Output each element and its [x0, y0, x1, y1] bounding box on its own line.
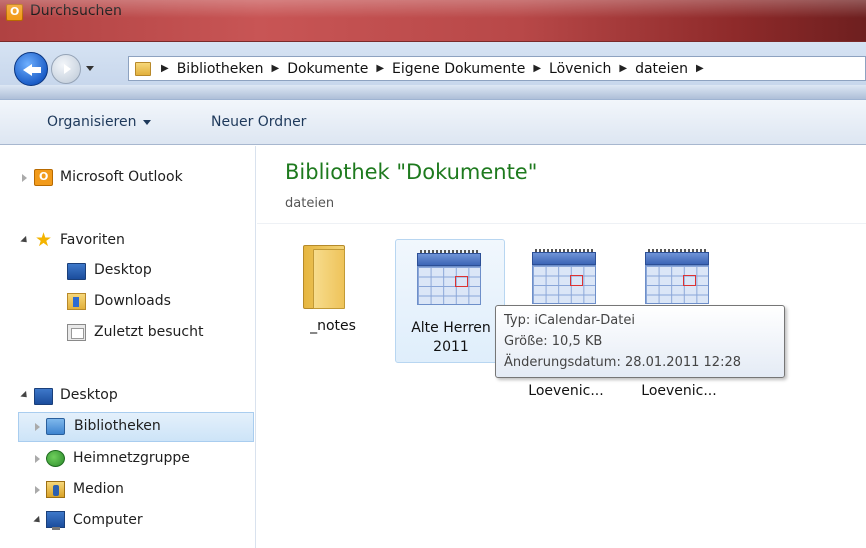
- sidebar-item-label: Zuletzt besucht: [94, 324, 204, 340]
- folder-icon: [135, 61, 151, 76]
- sidebar-item-outlook[interactable]: Microsoft Outlook: [0, 163, 256, 193]
- star-icon: ★: [34, 229, 53, 251]
- calendar-icon: [417, 250, 481, 305]
- sidebar-item-label: Heimnetzgruppe: [73, 450, 190, 466]
- sidebar-item-homegroup[interactable]: Heimnetzgruppe: [0, 444, 256, 474]
- collapse-icon[interactable]: [33, 515, 43, 526]
- navigation-pane: Microsoft Outlook ★ Favoriten Desktop Do…: [0, 146, 256, 548]
- sidebar-item-label: Favoriten: [60, 232, 125, 248]
- sidebar-item-recent[interactable]: Zuletzt besucht: [0, 318, 256, 348]
- calendar-icon: [645, 249, 709, 304]
- breadcrumb-arrow-icon[interactable]: ▶: [619, 63, 627, 74]
- sidebar-item-computer[interactable]: Computer: [0, 506, 256, 536]
- tooltip-type: Typ: iCalendar-Datei: [504, 313, 635, 328]
- collapse-icon[interactable]: [20, 235, 30, 246]
- sidebar-item-desktop-fav[interactable]: Desktop: [0, 256, 256, 286]
- sidebar-item-label: Computer: [73, 512, 143, 528]
- organize-button[interactable]: Organisieren: [47, 114, 151, 130]
- breadcrumb-item[interactable]: Lövenich: [549, 61, 611, 77]
- file-item-notes[interactable]: _notes: [278, 239, 388, 363]
- sidebar-item-desktop[interactable]: Desktop: [0, 381, 256, 411]
- forward-button[interactable]: [51, 54, 81, 84]
- expand-icon[interactable]: [35, 423, 40, 431]
- calendar-date-marker: [683, 275, 696, 286]
- desktop-icon: [34, 388, 53, 405]
- new-folder-button[interactable]: Neuer Ordner: [211, 114, 306, 130]
- breadcrumb-item[interactable]: Dokumente: [287, 61, 368, 77]
- title-bar: Durchsuchen: [0, 0, 866, 42]
- breadcrumb-item[interactable]: Bibliotheken: [177, 61, 264, 77]
- breadcrumb-arrow-icon[interactable]: ▶: [696, 63, 704, 74]
- breadcrumb-arrow-icon[interactable]: ▶: [376, 63, 384, 74]
- file-info-tooltip: Typ: iCalendar-Datei Größe: 10,5 KB Ände…: [495, 305, 785, 378]
- calendar-date-marker: [455, 276, 468, 287]
- address-bar[interactable]: ▶ Bibliotheken ▶ Dokumente ▶ Eigene Doku…: [128, 56, 866, 81]
- chevron-down-icon: [142, 119, 151, 125]
- sidebar-item-medion[interactable]: Medion: [0, 475, 256, 505]
- navigation-bar: ▶ Bibliotheken ▶ Dokumente ▶ Eigene Doku…: [0, 42, 866, 100]
- outlook-icon: [34, 169, 53, 186]
- folder-front: [313, 249, 345, 309]
- sidebar-item-favorites[interactable]: ★ Favoriten: [0, 226, 256, 256]
- file-name: _notes: [310, 318, 356, 334]
- outlook-icon: [6, 4, 23, 21]
- calendar-grid: [645, 265, 709, 304]
- sidebar-item-label: Downloads: [94, 293, 171, 309]
- desktop-icon: [67, 263, 86, 280]
- file-name: Loevenic...: [528, 383, 604, 399]
- sidebar-item-label: Medion: [73, 481, 124, 497]
- recent-places-icon: [67, 324, 86, 341]
- user-folder-icon: [46, 481, 65, 498]
- sidebar-item-label: Desktop: [94, 262, 152, 278]
- tooltip-size: Größe: 10,5 KB: [504, 334, 603, 349]
- explorer-window: Durchsuchen ▶ Bibliotheken ▶ Dokumente ▶…: [0, 0, 866, 548]
- sidebar-item-label: Microsoft Outlook: [60, 169, 183, 185]
- calendar-header: [417, 253, 481, 266]
- file-item-alte-herren[interactable]: Alte Herren 2011: [395, 239, 505, 363]
- library-subtitle: dateien: [285, 196, 335, 211]
- calendar-header: [645, 252, 709, 265]
- history-dropdown-icon[interactable]: [86, 66, 94, 71]
- breadcrumb-arrow-icon[interactable]: ▶: [272, 63, 280, 74]
- expand-icon[interactable]: [22, 174, 27, 182]
- tooltip-modified: Änderungsdatum: 28.01.2011 12:28: [504, 355, 741, 370]
- calendar-date-marker: [570, 275, 583, 286]
- file-list-pane: Bibliothek "Dokumente" dateien _notes Al…: [257, 146, 866, 548]
- library-title: Bibliothek "Dokumente": [285, 160, 538, 184]
- sidebar-item-downloads[interactable]: Downloads: [0, 287, 256, 317]
- breadcrumb: ▶ Bibliotheken ▶ Dokumente ▶ Eigene Doku…: [161, 61, 712, 77]
- homegroup-icon: [46, 450, 65, 467]
- expand-icon[interactable]: [35, 455, 40, 463]
- divider: [257, 223, 866, 224]
- breadcrumb-item[interactable]: Eigene Dokumente: [392, 61, 525, 77]
- computer-icon: [46, 511, 65, 530]
- library-icon: [46, 418, 65, 435]
- breadcrumb-arrow-icon[interactable]: ▶: [533, 63, 541, 74]
- expand-icon[interactable]: [35, 486, 40, 494]
- calendar-header: [532, 252, 596, 265]
- command-bar: Organisieren Neuer Ordner: [0, 100, 866, 145]
- sidebar-item-label: Desktop: [60, 387, 118, 403]
- file-name: Loevenic...: [641, 383, 717, 399]
- collapse-icon[interactable]: [20, 390, 30, 401]
- sidebar-item-libraries[interactable]: Bibliotheken: [18, 412, 254, 442]
- file-name-line1: Alte Herren: [411, 320, 491, 336]
- file-name-line2: 2011: [433, 339, 469, 355]
- calendar-icon: [532, 249, 596, 304]
- calendar-grid: [417, 266, 481, 305]
- calendar-grid: [532, 265, 596, 304]
- breadcrumb-item[interactable]: dateien: [635, 61, 688, 77]
- organize-label: Organisieren: [47, 114, 137, 130]
- back-button[interactable]: [14, 52, 48, 86]
- breadcrumb-arrow-icon[interactable]: ▶: [161, 63, 169, 74]
- downloads-icon: [67, 293, 86, 310]
- folder-icon: [303, 245, 345, 309]
- window-title: Durchsuchen: [30, 3, 122, 19]
- sidebar-item-label: Bibliotheken: [74, 418, 161, 434]
